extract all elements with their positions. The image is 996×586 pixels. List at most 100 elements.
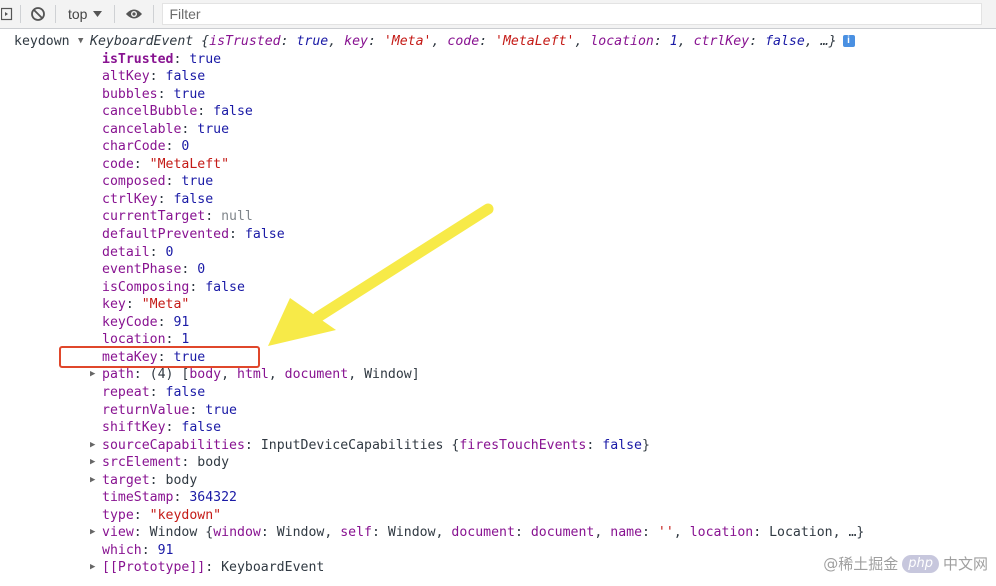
property-value: body	[165, 472, 198, 488]
property-key: isComposing	[102, 279, 190, 295]
expand-triangle-icon[interactable]: ▶	[90, 366, 102, 384]
summary-separator: ,	[431, 34, 448, 49]
property-row[interactable]: ▶ sourceCapabilities: InputDeviceCapabili…	[90, 437, 650, 455]
property-value: "keydown"	[149, 507, 222, 523]
summary-key: location	[590, 34, 654, 49]
property-key: bubbles	[102, 86, 158, 102]
property-row[interactable]: ▶ path: (4) [body, html, document, Window…	[90, 366, 420, 384]
property-value: false	[181, 420, 222, 436]
property-row: ctrlKey: false	[102, 191, 214, 207]
expand-triangle-icon[interactable]: ▶	[90, 454, 102, 472]
expand-triangle-icon[interactable]: ▶	[90, 559, 102, 577]
property-row: which: 91	[102, 542, 174, 558]
dropdown-arrow-icon	[93, 11, 103, 17]
live-expression-button[interactable]	[121, 0, 147, 28]
property-row: type: "keydown"	[102, 507, 222, 523]
property-row: charCode: 0	[102, 139, 190, 155]
property-row[interactable]: ▶ target: body	[90, 472, 197, 490]
property-value: KeyboardEvent	[221, 560, 325, 576]
expand-triangle-icon[interactable]: ▶	[90, 437, 102, 455]
watermark-text-left: @稀土掘金	[823, 555, 899, 573]
sidebar-toggle-icon	[1, 7, 13, 21]
property-key: defaultPrevented	[102, 227, 230, 242]
property-key: sourceCapabilities	[102, 437, 245, 453]
property-value: 0	[181, 139, 190, 155]
property-key: which	[102, 542, 142, 558]
log-event-type: keydown	[14, 34, 70, 49]
property-row: cancelBubble: false	[102, 104, 253, 120]
clear-console-button[interactable]	[27, 0, 49, 28]
toolbar-divider	[20, 5, 21, 23]
property-value: 91	[157, 542, 174, 558]
property-value: "Meta"	[141, 297, 190, 313]
property-row: eventPhase: 0	[102, 262, 206, 278]
property-key: composed	[102, 174, 166, 190]
info-icon[interactable]: i	[842, 35, 855, 47]
property-key: eventPhase	[102, 262, 182, 278]
toolbar-divider	[55, 5, 56, 23]
property-row[interactable]: ▶ view: Window {window: Window, self: Win…	[90, 524, 864, 542]
property-row[interactable]: ▶ srcElement: body	[90, 454, 229, 472]
property-value: "MetaLeft"	[149, 156, 230, 172]
context-label: top	[68, 6, 88, 22]
property-value: false	[213, 104, 253, 120]
context-selector[interactable]: top	[62, 6, 108, 22]
property-value: 0	[197, 262, 206, 278]
property-key: charCode	[102, 139, 166, 155]
summary-close: , …}	[804, 34, 837, 49]
summary-value: false	[765, 34, 805, 49]
property-value: true	[197, 121, 230, 137]
property-value: false	[244, 227, 285, 242]
property-value: null	[221, 209, 253, 225]
property-value: false	[165, 69, 206, 85]
property-key: view	[102, 525, 134, 541]
property-key: altKey	[102, 69, 150, 85]
summary-value: 'Meta'	[383, 34, 432, 49]
summary-key: code	[447, 34, 480, 49]
property-key: key	[102, 297, 126, 313]
property-key: [[Prototype]]	[102, 560, 206, 576]
property-value: (4) [body, html, document, Window]	[149, 367, 420, 383]
property-key: shiftKey	[102, 420, 166, 436]
property-value: false	[165, 384, 206, 400]
clear-console-icon	[31, 7, 45, 21]
property-key: path	[102, 367, 134, 383]
expand-triangle-icon[interactable]: ▶	[90, 524, 102, 542]
expanded-triangle-icon[interactable]: ▼	[78, 33, 90, 51]
property-value: 91	[173, 314, 190, 330]
metakey-highlight-box	[59, 346, 260, 368]
property-row: cancelable: true	[102, 121, 230, 137]
property-value: 0	[165, 244, 174, 260]
filter-input[interactable]	[162, 3, 983, 25]
property-value: true	[205, 402, 237, 418]
property-row[interactable]: ▶ [[Prototype]]: KeyboardEvent	[90, 559, 324, 577]
property-key: code	[102, 156, 134, 172]
watermark-logo: php	[902, 554, 939, 573]
property-key: detail	[102, 244, 150, 260]
property-value: 364322	[189, 490, 237, 506]
property-key: currentTarget	[102, 209, 206, 225]
property-key: isTrusted	[102, 51, 174, 67]
event-summary[interactable]: ▼ KeyboardEvent {isTrusted: true, key: 'M…	[78, 33, 855, 51]
property-key: returnValue	[102, 402, 190, 418]
property-row: detail: 0	[102, 244, 174, 260]
property-key: keyCode	[102, 314, 158, 330]
summary-key: key	[344, 34, 368, 49]
property-key: timeStamp	[102, 490, 174, 506]
show-sidebar-button[interactable]	[0, 0, 14, 28]
property-value: Window {window: Window, self: Window, do…	[149, 525, 865, 541]
property-key: repeat	[102, 384, 150, 400]
property-row: composed: true	[102, 174, 214, 190]
property-key: type	[102, 507, 134, 523]
summary-separator: ,	[677, 34, 694, 49]
expand-triangle-icon[interactable]: ▶	[90, 472, 102, 490]
property-row: timeStamp: 364322	[102, 490, 237, 506]
summary-items: isTrusted: true, key: 'Meta', code: 'Met…	[209, 34, 805, 49]
property-row: repeat: false	[102, 384, 206, 400]
summary-class-name: KeyboardEvent	[90, 34, 194, 49]
property-row: defaultPrevented: false	[102, 227, 285, 242]
property-value: false	[173, 191, 214, 207]
watermark: @稀土掘金 php 中文网	[823, 553, 988, 574]
property-key: target	[102, 472, 150, 488]
property-key: ctrlKey	[102, 191, 158, 207]
